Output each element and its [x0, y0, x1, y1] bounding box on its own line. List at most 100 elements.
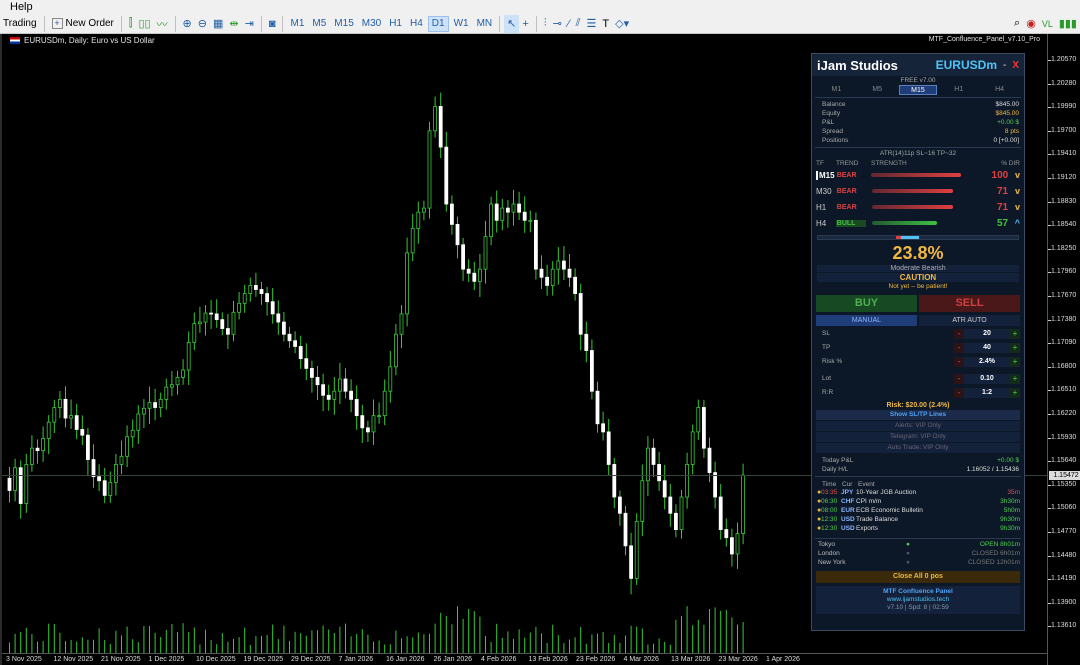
- bull-candle: [685, 464, 689, 498]
- patient-message: Not yet -- be patient!: [888, 283, 948, 290]
- account-row: Equity $845.00: [812, 109, 1024, 118]
- timeframe-h4[interactable]: H4: [407, 16, 426, 32]
- bear-candle: [455, 223, 460, 246]
- line-chart-icon[interactable]: 〰: [154, 15, 171, 33]
- channel-icon[interactable]: ⫽: [573, 15, 584, 33]
- date-label: 29 Dec 2025: [291, 656, 331, 663]
- increment-button[interactable]: +: [1010, 356, 1020, 367]
- candlestick-icon[interactable]: ▯▯: [135, 15, 153, 33]
- shapes-icon[interactable]: ◇▾: [612, 15, 632, 33]
- trading-button[interactable]: Trading: [0, 15, 40, 33]
- notifications-icon[interactable]: ◉: [1023, 15, 1039, 33]
- bear-candle: [298, 346, 303, 360]
- date-label: 7 Jan 2026: [338, 656, 374, 663]
- grid-icon[interactable]: ▦: [210, 15, 226, 33]
- minimize-button[interactable]: -: [1003, 60, 1006, 71]
- search-icon[interactable]: ⌕: [1011, 15, 1023, 33]
- auto-trade-button[interactable]: Auto Trade: VIP Only: [816, 443, 1020, 453]
- timeframe-d1[interactable]: D1: [427, 15, 449, 32]
- event-currency: EUR: [841, 507, 855, 514]
- timeframe-m5[interactable]: M5: [309, 16, 329, 32]
- bear-candle: [214, 313, 219, 320]
- event-row[interactable]: ● 08:00 EUR ECB Economic Bulletin 5h0m: [812, 506, 1024, 515]
- panel-tab-m1[interactable]: M1: [817, 85, 855, 95]
- vertical-line-icon[interactable]: ⫶: [541, 15, 550, 33]
- session-status: OPEN 8h01m: [979, 541, 1020, 548]
- decrement-button[interactable]: -: [954, 387, 964, 398]
- timeframe-m1[interactable]: M1: [287, 16, 307, 32]
- crosshair-icon[interactable]: +: [519, 15, 531, 33]
- input-value[interactable]: 0.10: [964, 373, 1010, 384]
- price-label: 1.15350: [1051, 480, 1077, 488]
- decrement-button[interactable]: -: [954, 356, 964, 367]
- event-currency: JPY: [841, 489, 854, 496]
- zoom-out-icon[interactable]: ⊖: [195, 15, 210, 33]
- tab-manual[interactable]: MANUAL: [816, 315, 917, 326]
- signal-icon[interactable]: VL: [1039, 15, 1056, 33]
- timeframe-m15[interactable]: M15: [331, 16, 356, 32]
- alerts-button[interactable]: Alerts: VIP Only: [816, 421, 1020, 431]
- price-axis[interactable]: 1.20570 1.20280 1.19990 1.19700 1.19410 1.191…: [1047, 34, 1080, 665]
- text-icon[interactable]: T: [599, 15, 612, 33]
- tab-atr-auto[interactable]: ATR AUTO: [919, 315, 1020, 326]
- close-button[interactable]: X: [1012, 60, 1019, 71]
- trendline-icon[interactable]: ⁄: [565, 15, 573, 33]
- chart-shift-icon[interactable]: ⇥: [242, 15, 257, 33]
- trend-row-m15[interactable]: M15 BEAR 100 v: [812, 167, 1024, 183]
- footer-url[interactable]: www.ijamstudios.tech: [816, 596, 1020, 604]
- decrement-button[interactable]: -: [954, 342, 964, 353]
- panel-tab-m15[interactable]: M15: [898, 85, 937, 95]
- panel-tab-m5[interactable]: M5: [858, 85, 896, 95]
- event-row[interactable]: ● 03:35 JPY 10-Year JGB Auction 35m: [812, 488, 1024, 497]
- session-status: CLOSED 6h01m: [971, 550, 1020, 557]
- autoscroll-icon[interactable]: ⇹: [226, 15, 241, 33]
- trend-row-m30[interactable]: M30 BEAR 71 v: [812, 183, 1024, 199]
- sell-button[interactable]: SELL: [919, 295, 1020, 312]
- timeframe-w1[interactable]: W1: [451, 16, 472, 32]
- fibonacci-icon[interactable]: ☰: [584, 15, 600, 33]
- timeframe-h1[interactable]: H1: [386, 16, 405, 32]
- panel-header[interactable]: iJam Studios EURUSDm - X: [812, 54, 1024, 76]
- new-order-button[interactable]: + New Order: [49, 15, 117, 33]
- panel-tab-h1[interactable]: H1: [940, 85, 978, 95]
- increment-button[interactable]: +: [1010, 373, 1020, 384]
- input-value[interactable]: 40: [964, 342, 1010, 353]
- zoom-in-icon[interactable]: ⊕: [180, 15, 195, 33]
- cursor-icon[interactable]: ↖: [504, 14, 520, 33]
- input-value[interactable]: 20: [964, 328, 1010, 339]
- strength-track: [869, 173, 962, 177]
- decrement-button[interactable]: -: [954, 328, 964, 339]
- telegram-button[interactable]: Telegram: VIP Only: [816, 432, 1020, 442]
- panel-tab-h4[interactable]: H4: [981, 85, 1019, 95]
- increment-button[interactable]: +: [1010, 328, 1020, 339]
- bear-candle: [668, 496, 673, 514]
- screenshot-icon[interactable]: ◙: [266, 15, 279, 33]
- bull-candle: [203, 312, 208, 323]
- buy-button[interactable]: BUY: [816, 295, 917, 312]
- timeframe-m30[interactable]: M30: [359, 16, 384, 32]
- date-label: 12 Nov 2025: [53, 656, 94, 663]
- bull-candle: [141, 407, 146, 415]
- trend-row-h1[interactable]: H1 BEAR 71 v: [812, 199, 1024, 215]
- timeframe-mn[interactable]: MN: [474, 16, 496, 32]
- account-row: P&L +0.00 $: [812, 118, 1024, 127]
- bar-chart-icon[interactable]: ⫿: [126, 15, 136, 33]
- horizontal-line-icon[interactable]: ⊸: [550, 15, 565, 33]
- event-row[interactable]: ● 06:30 CHF CPI m/m 3h30m: [812, 497, 1024, 506]
- decrement-button[interactable]: -: [954, 373, 964, 384]
- hdr-dir: % DIR: [1001, 160, 1020, 167]
- date-axis[interactable]: 3 Nov 2025 12 Nov 2025 21 Nov 2025 1 Dec 20…: [2, 653, 1047, 665]
- event-row[interactable]: ● 12:30 USD Exports 9h30m: [812, 524, 1024, 533]
- close-all-button[interactable]: Close All 0 pos: [816, 571, 1020, 583]
- connection-icon[interactable]: ▮▮▮: [1056, 15, 1080, 33]
- show-sltp-button[interactable]: Show SL/TP Lines: [816, 410, 1020, 420]
- increment-button[interactable]: +: [1010, 342, 1020, 353]
- increment-button[interactable]: +: [1010, 387, 1020, 398]
- input-value[interactable]: 2.4%: [964, 356, 1010, 367]
- trend-row-h4[interactable]: H4 BULL 57 ^: [812, 215, 1024, 231]
- menu-help[interactable]: Help: [10, 1, 33, 13]
- event-row[interactable]: ● 12:30 USD Trade Balance 9h30m: [812, 515, 1024, 524]
- toolbar-separator: [499, 15, 501, 32]
- input-value[interactable]: 1:2: [964, 387, 1010, 398]
- trend-table-header: TF TREND STRENGTH % DIR: [812, 160, 1024, 167]
